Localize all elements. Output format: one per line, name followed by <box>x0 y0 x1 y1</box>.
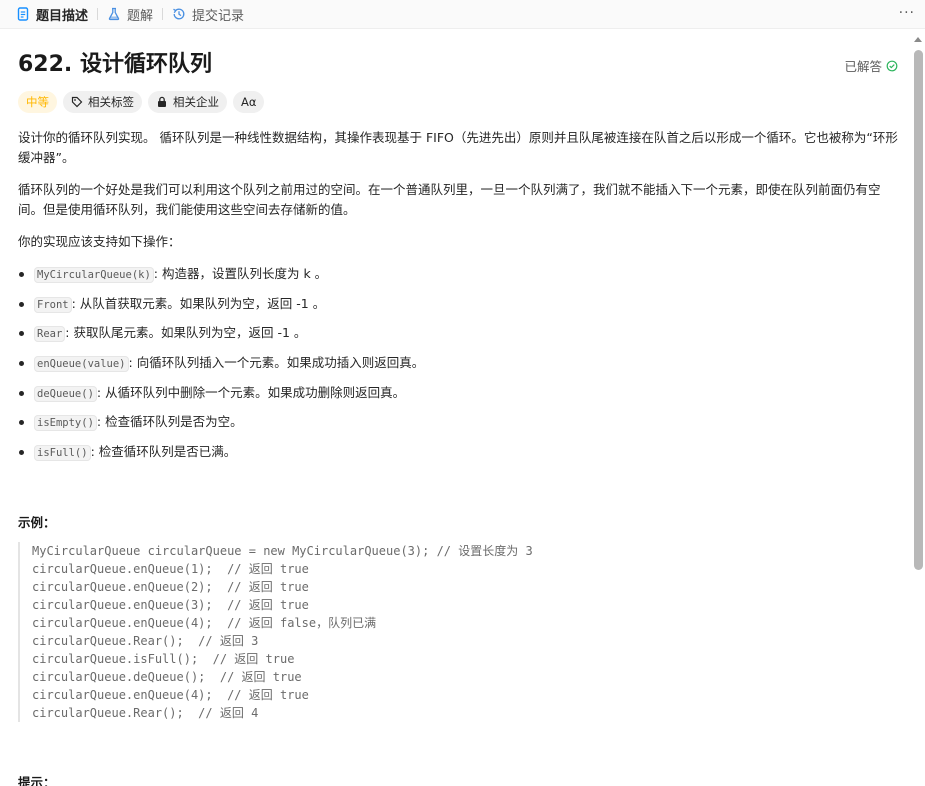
tab-bar: 题目描述 题解 提交记录 ··· <box>0 0 925 29</box>
inline-code: Rear <box>34 326 66 343</box>
code-line: circularQueue.enQueue(4); // 返回 false，队列… <box>32 616 377 630</box>
code-line: circularQueue.isFull(); // 返回 true <box>32 652 295 666</box>
tab-solutions[interactable]: 题解 <box>107 0 153 29</box>
tag-row: 中等 相关标签 相关企业 Aα <box>18 91 265 113</box>
problem-title: 622. 设计循环队列 <box>18 52 212 77</box>
list-item-text: : 向循环队列插入一个元素。如果成功插入则返回真。 <box>128 355 425 371</box>
list-item-text: : 检查循环队列是否为空。 <box>96 414 243 430</box>
related-tags-label: 相关标签 <box>88 95 134 109</box>
inline-code: isEmpty() <box>34 415 97 432</box>
related-tags-button[interactable]: 相关标签 <box>63 91 142 113</box>
tab-description-label: 题目描述 <box>36 8 89 24</box>
inline-code: MyCircularQueue(k) <box>34 267 154 283</box>
list-item: Front: 从队首获取元素。如果队列为空，返回 -1 。 <box>18 294 898 314</box>
example-code-block: MyCircularQueue circularQueue = new MyCi… <box>18 542 898 722</box>
list-item-text: : 从循环队列中删除一个元素。如果成功删除则返回真。 <box>96 384 406 400</box>
solved-status: 已解答 <box>844 56 898 75</box>
code-line: circularQueue.enQueue(4); // 返回 true <box>32 688 309 702</box>
operations-list: MyCircularQueue(k): 构造器，设置队列长度为 k 。 Fron… <box>18 264 898 462</box>
inline-code: enQueue(value) <box>34 356 129 373</box>
tab-description[interactable]: 题目描述 <box>16 0 88 29</box>
list-item: isFull(): 检查循环队列是否已满。 <box>18 442 898 462</box>
problem-description-panel: 622. 设计循环队列 已解答 中等 相关标签 相关企业 Aα 设计你的循环队列… <box>0 30 910 786</box>
list-item-text: : 从队首获取元素。如果队列为空，返回 -1 。 <box>71 295 326 311</box>
list-item-text: : 构造器，设置队列长度为 k 。 <box>153 266 328 281</box>
code-line: circularQueue.deQueue(); // 返回 true <box>32 670 302 684</box>
check-circle-icon <box>886 60 898 72</box>
scroll-up-arrow-icon[interactable] <box>914 37 922 42</box>
list-item: MyCircularQueue(k): 构造器，设置队列长度为 k 。 <box>18 264 898 284</box>
list-item: isEmpty(): 检查循环队列是否为空。 <box>18 412 898 432</box>
related-companies-button[interactable]: 相关企业 <box>148 91 227 113</box>
solved-status-label: 已解答 <box>844 59 882 74</box>
inline-code: isFull() <box>34 445 91 462</box>
code-line: circularQueue.Rear(); // 返回 3 <box>32 634 259 648</box>
tab-divider <box>162 8 164 20</box>
tag-icon <box>71 96 83 108</box>
description-paragraph: 循环队列的一个好处是我们可以利用这个队列之前用过的空间。在一个普通队列里，一旦一… <box>18 182 881 217</box>
related-companies-label: 相关企业 <box>173 95 219 109</box>
code-line: circularQueue.Rear(); // 返回 4 <box>32 706 259 720</box>
inline-code: Front <box>34 296 72 313</box>
scrollbar-thumb[interactable] <box>914 50 923 570</box>
list-item-text: : 检查循环队列是否已满。 <box>90 444 237 460</box>
list-item-text: : 获取队尾元素。如果队列为空，返回 -1 。 <box>65 325 307 341</box>
font-size-button[interactable]: Aα <box>233 91 265 113</box>
example-heading: 示例： <box>18 515 56 530</box>
flask-icon <box>107 7 121 21</box>
code-line: MyCircularQueue circularQueue = new MyCi… <box>32 544 533 558</box>
list-item: enQueue(value): 向循环队列插入一个元素。如果成功插入则返回真。 <box>18 353 898 373</box>
difficulty-badge[interactable]: 中等 <box>18 91 57 113</box>
tab-submissions[interactable]: 提交记录 <box>172 0 244 29</box>
title-row: 622. 设计循环队列 已解答 <box>18 50 898 80</box>
description-paragraph: 你的实现应该支持如下操作： <box>18 234 181 249</box>
list-item: Rear: 获取队尾元素。如果队列为空，返回 -1 。 <box>18 323 898 343</box>
problem-statement: 设计你的循环队列实现。 循环队列是一种线性数据结构，其操作表现基于 FIFO（先… <box>18 128 898 472</box>
history-icon <box>172 7 186 21</box>
code-line: circularQueue.enQueue(2); // 返回 true <box>32 580 309 594</box>
code-line: circularQueue.enQueue(1); // 返回 true <box>32 562 309 576</box>
hint-heading: 提示： <box>18 775 56 786</box>
code-line: circularQueue.enQueue(3); // 返回 true <box>32 598 309 612</box>
tab-solutions-label: 题解 <box>127 8 154 24</box>
more-options-button[interactable]: ··· <box>899 5 915 21</box>
description-paragraph: 设计你的循环队列实现。 循环队列是一种线性数据结构，其操作表现基于 FIFO（先… <box>18 130 898 165</box>
list-item: deQueue(): 从循环队列中删除一个元素。如果成功删除则返回真。 <box>18 383 898 403</box>
tab-submissions-label: 提交记录 <box>192 8 245 24</box>
font-icon: Aα <box>241 95 257 109</box>
inline-code: deQueue() <box>34 385 97 402</box>
lock-icon <box>156 96 168 108</box>
tab-divider <box>97 8 99 20</box>
document-icon <box>16 7 30 21</box>
